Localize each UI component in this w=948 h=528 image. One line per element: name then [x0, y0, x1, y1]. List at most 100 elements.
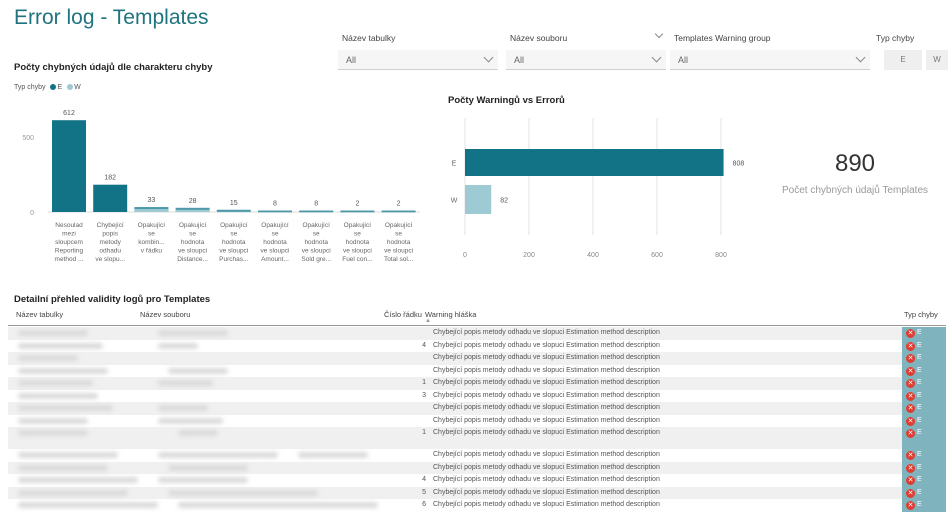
chevron-down-icon	[855, 52, 866, 63]
bar-w-6	[299, 212, 334, 213]
filter-warning-group-dropdown[interactable]: All	[670, 50, 870, 70]
error-type-cell: ✕ E	[902, 352, 946, 365]
error-icon: ✕	[906, 354, 915, 363]
x-tick-label: Nesoulad	[55, 222, 83, 229]
bar-7	[340, 210, 375, 212]
redacted-cell	[18, 392, 98, 399]
col-header-table[interactable]: Název tabulky	[16, 310, 63, 319]
header-divider	[8, 325, 946, 326]
col-header-type[interactable]: Typ chyby	[904, 310, 938, 319]
filter-table-value: All	[346, 55, 357, 65]
table-row[interactable]: Chybející popis metody odhadu ve slopuci…	[8, 461, 946, 474]
x-tick-label: 600	[651, 252, 663, 259]
x-tick-label: se	[395, 231, 402, 238]
redacted-cell	[168, 464, 248, 471]
row-number-cell: 1	[422, 379, 426, 386]
redacted-cell	[168, 489, 318, 496]
warning-message-cell: Chybející popis metody odhadu ve slopuci…	[433, 488, 660, 496]
error-icon: ✕	[906, 501, 915, 510]
row-number-cell: 3	[422, 391, 426, 399]
legend-w-label: W	[74, 84, 81, 91]
redacted-cell	[158, 405, 208, 411]
filter-label-typ: Typ chyby	[876, 33, 915, 43]
x-tick-label: Purchas...	[219, 256, 248, 263]
y-tick-label: 0	[30, 210, 34, 217]
table-row[interactable]: Chybející popis metody odhadu ve slopuci…	[8, 449, 946, 462]
error-type-cell: ✕ E	[902, 377, 946, 390]
x-tick-label: Fuel con...	[342, 256, 373, 263]
table-row[interactable]: 3 Chybející popis metody odhadu ve slopuc…	[8, 389, 946, 402]
row-number-cell: 4	[422, 476, 426, 483]
x-tick-label: 400	[587, 252, 599, 259]
x-tick-label: v řádku	[141, 248, 163, 255]
table-row[interactable]: Chybející popis metody odhadu ve slopuci…	[8, 352, 946, 365]
x-tick-label: 800	[715, 252, 727, 259]
typ-filter-w-button[interactable]: W	[926, 50, 948, 70]
chevron-down-icon	[651, 52, 662, 63]
x-tick-label: Sold gre...	[301, 256, 331, 263]
x-tick-label: Opakující	[344, 222, 372, 229]
error-icon: ✕	[906, 341, 915, 351]
table-row[interactable]: Chybející popis metody odhadu ve slopuci…	[8, 402, 946, 415]
error-type-label: E	[917, 463, 922, 471]
table-row[interactable]: Chybející popis metody odhadu ve slopuci…	[8, 327, 946, 340]
warnings-vs-errors-bar-chart: 0 200 400 600 800 E 808 W 82	[451, 118, 744, 259]
chevron-down-icon	[483, 52, 494, 63]
error-type-label: E	[917, 488, 922, 496]
x-tick-label: Opakující	[302, 222, 330, 229]
bar-value-label: 612	[63, 110, 75, 117]
warning-message-cell: Chybející popis metody odhadu ve slopuci…	[433, 501, 660, 508]
redacted-cell	[18, 489, 128, 496]
filter-table-dropdown[interactable]: All	[338, 50, 498, 70]
x-tick-label: se	[189, 231, 196, 238]
redacted-cell	[18, 417, 88, 424]
x-tick-label: Opakující	[179, 222, 207, 229]
table-row[interactable]: 1 Chybející popis metody odhadu ve slopuc…	[8, 377, 946, 390]
error-type-label: E	[917, 379, 922, 386]
error-type-label: E	[917, 366, 922, 374]
x-tick-label: odhadu	[99, 248, 121, 255]
kpi-label: Počet chybných údajů Templates	[781, 185, 928, 196]
typ-filter-e-button[interactable]: E	[884, 50, 922, 70]
chevron-down-icon[interactable]	[654, 29, 664, 39]
error-icon: ✕	[906, 488, 915, 498]
sort-arrow-icon[interactable]: ▲	[425, 318, 431, 324]
table-row[interactable]: 1 Chybející popis metody odhadu ve slopuc…	[8, 427, 946, 449]
error-icon: ✕	[906, 416, 915, 426]
redacted-cell	[18, 380, 93, 386]
table-row[interactable]: 4 Chybející popis metody odhadu ve slopuc…	[8, 474, 946, 487]
redacted-cell	[158, 452, 278, 458]
error-icon: ✕	[906, 463, 915, 473]
table-row[interactable]: 4 Chybející popis metody odhadu ve slopuc…	[8, 339, 946, 352]
x-tick-label: se	[354, 231, 361, 238]
redacted-cell	[18, 464, 108, 471]
error-type-cell: ✕ E	[902, 461, 946, 474]
col-header-row-number[interactable]: Číslo řádku	[384, 310, 422, 319]
redacted-cell	[178, 502, 378, 508]
error-type-label: E	[917, 476, 922, 483]
error-type-label: E	[917, 341, 922, 349]
legend-e-label: E	[57, 84, 63, 91]
filter-file-dropdown[interactable]: All	[506, 50, 666, 70]
redacted-cell	[18, 405, 113, 411]
col-header-file[interactable]: Název souboru	[140, 310, 190, 319]
x-tick-label: Opakující	[261, 222, 289, 229]
x-tick-label: Distance...	[177, 256, 208, 263]
error-type-label: E	[917, 404, 922, 411]
bar-1	[93, 184, 128, 212]
legend-label: Typ chyby	[14, 84, 46, 91]
x-tick-label: metody	[100, 239, 122, 246]
x-tick-label: ve sloupci	[261, 248, 290, 255]
table-row[interactable]: Chybející popis metody odhadu ve slopuci…	[8, 364, 946, 377]
redacted-cell	[18, 355, 78, 361]
bar-value-label: 28	[189, 198, 197, 205]
redacted-cell	[18, 502, 158, 508]
x-tick-label: Amount...	[261, 256, 289, 263]
table-row[interactable]: 6 Chybející popis metody odhadu ve slopuc…	[8, 499, 946, 512]
table-row[interactable]: Chybející popis metody odhadu ve slopuci…	[8, 414, 946, 427]
error-type-cell: ✕ E	[902, 449, 946, 462]
x-tick-label: ve sloupci	[178, 248, 207, 255]
col-header-warning[interactable]: Warning hláška	[425, 310, 476, 319]
table-row[interactable]: 5 Chybející popis metody odhadu ve slopuc…	[8, 486, 946, 499]
x-tick-label: se	[230, 231, 237, 238]
